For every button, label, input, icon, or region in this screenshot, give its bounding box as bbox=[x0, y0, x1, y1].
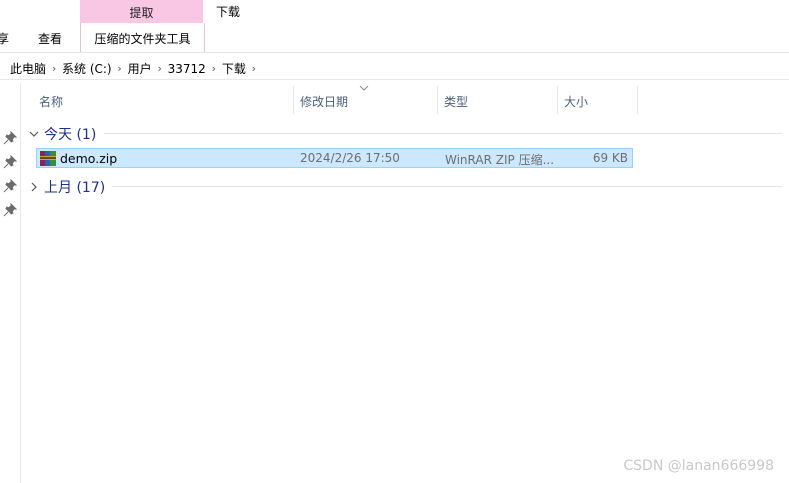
group-divider bbox=[104, 133, 782, 134]
group-header-last-month[interactable]: 上月 (17) bbox=[28, 177, 105, 197]
tab-compressed-folder-tools-label: 压缩的文件夹工具 bbox=[94, 32, 191, 46]
tab-compressed-folder-tools[interactable]: 压缩的文件夹工具 bbox=[80, 23, 205, 52]
pin-icon[interactable] bbox=[3, 155, 17, 169]
breadcrumb: 此电脑 › 系统 (C:) › 用户 › 33712 › 下载 › bbox=[10, 60, 262, 77]
column-header-type[interactable]: 类型 bbox=[444, 93, 468, 110]
pin-icon[interactable] bbox=[3, 203, 17, 217]
column-divider[interactable] bbox=[293, 86, 294, 114]
chevron-right-icon[interactable] bbox=[28, 181, 40, 193]
chevron-right-icon[interactable]: › bbox=[112, 62, 128, 75]
crumb-downloads[interactable]: 下载 bbox=[222, 60, 246, 77]
pin-icon[interactable] bbox=[3, 131, 17, 145]
context-group-label: 提取 bbox=[129, 6, 154, 20]
column-header-date[interactable]: 修改日期 bbox=[300, 93, 348, 110]
crumb-users[interactable]: 用户 bbox=[128, 60, 152, 77]
winrar-zip-icon bbox=[40, 151, 56, 166]
crumb-drive-c[interactable]: 系统 (C:) bbox=[62, 60, 112, 77]
chevron-down-icon[interactable] bbox=[28, 128, 40, 140]
navigation-pane bbox=[0, 83, 21, 483]
file-name: demo.zip bbox=[60, 151, 118, 166]
file-size: 69 KB bbox=[592, 151, 628, 165]
column-divider[interactable] bbox=[637, 86, 638, 114]
chevron-right-icon[interactable]: › bbox=[206, 62, 222, 75]
group-label: 上月 (17) bbox=[44, 180, 106, 196]
group-divider bbox=[112, 186, 782, 187]
chevron-right-icon[interactable]: › bbox=[46, 62, 62, 75]
address-bar[interactable]: 此电脑 › 系统 (C:) › 用户 › 33712 › 下载 › bbox=[0, 56, 789, 80]
tab-share[interactable]: 享 bbox=[0, 30, 9, 47]
chevron-right-icon[interactable]: › bbox=[152, 62, 168, 75]
sort-descending-icon bbox=[359, 85, 369, 91]
column-header-size[interactable]: 大小 bbox=[564, 93, 588, 110]
group-header-today[interactable]: 今天 (1) bbox=[28, 124, 96, 144]
crumb-this-pc[interactable]: 此电脑 bbox=[10, 60, 46, 77]
watermark: CSDN @lanan666998 bbox=[623, 458, 774, 474]
file-row[interactable]: demo.zip 2024/2/26 17:50 WinRAR ZIP 压缩..… bbox=[36, 148, 633, 168]
column-divider[interactable] bbox=[437, 86, 438, 114]
file-type: WinRAR ZIP 压缩... bbox=[445, 153, 555, 167]
chevron-right-icon[interactable]: › bbox=[246, 62, 262, 75]
file-date: 2024/2/26 17:50 bbox=[300, 151, 400, 165]
column-divider[interactable] bbox=[557, 86, 558, 114]
crumb-user-folder[interactable]: 33712 bbox=[168, 62, 206, 76]
tab-view[interactable]: 查看 bbox=[38, 30, 62, 47]
group-label: 今天 (1) bbox=[44, 127, 97, 143]
column-header-name[interactable]: 名称 bbox=[39, 93, 63, 110]
window-title: 下载 bbox=[216, 5, 241, 19]
pin-icon[interactable] bbox=[3, 179, 17, 193]
ribbon: 提取 下载 享 查看 压缩的文件夹工具 bbox=[0, 0, 789, 53]
